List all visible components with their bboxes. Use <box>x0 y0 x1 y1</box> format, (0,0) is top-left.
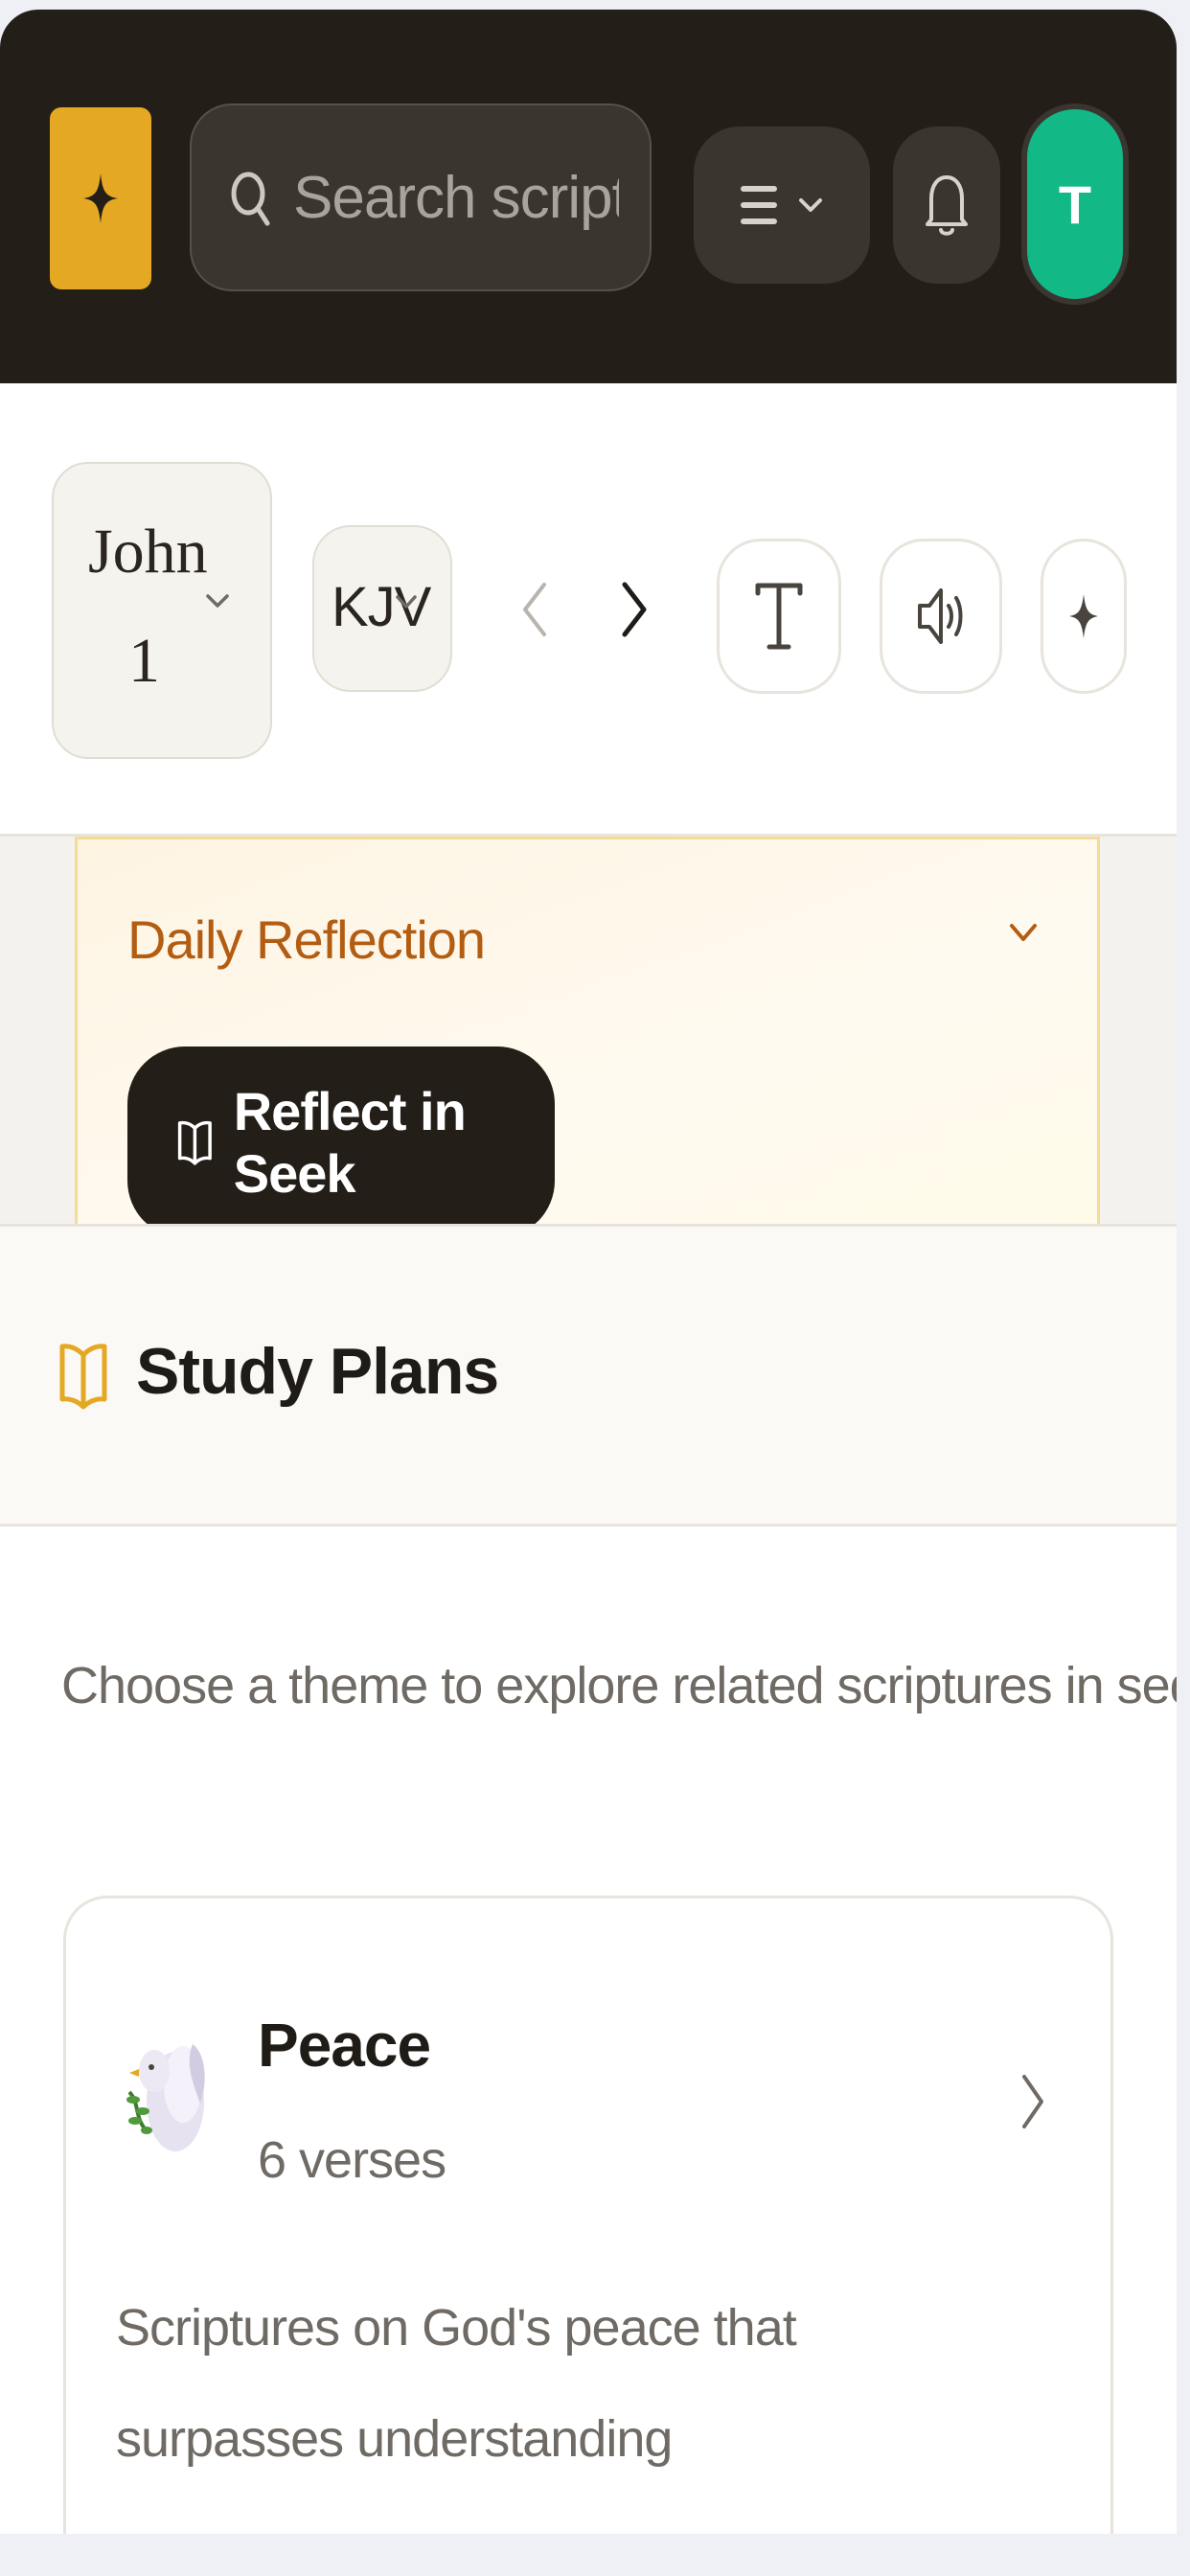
menu-icon <box>741 186 777 224</box>
chevron-right-icon <box>1022 2075 1043 2128</box>
notifications-button[interactable] <box>893 126 1000 284</box>
study-plans-header: Study Plans <box>0 1224 1177 1527</box>
app-page: T John 1 KJV <box>0 10 1177 2534</box>
study-plan-card-peace[interactable]: Peace 6 verses Scriptures on God's peace… <box>63 1896 1113 2534</box>
menu-dropdown-button[interactable] <box>694 126 870 284</box>
top-bar: T <box>0 10 1177 383</box>
sparkle-icon <box>83 173 118 223</box>
listen-audio-button[interactable] <box>880 539 1002 694</box>
chapter-number: 1 <box>128 626 160 696</box>
logo-button[interactable] <box>50 107 151 289</box>
sparkle-icon <box>1069 594 1098 638</box>
daily-reflection-card: Daily Reflection Reflect in Seek <box>75 837 1100 1238</box>
text-size-button[interactable] <box>717 539 841 694</box>
reader-toolbar: John 1 KJV <box>0 383 1177 837</box>
next-chapter-button[interactable] <box>606 562 663 657</box>
book-icon <box>177 1120 212 1165</box>
chevron-down-icon <box>206 594 229 608</box>
search-input[interactable] <box>291 162 621 233</box>
plan-description: Scriptures on God's peace that surpasses… <box>116 2299 797 2468</box>
ai-insights-button[interactable] <box>1041 539 1127 694</box>
book-name: John <box>88 517 208 586</box>
book-chapter-select[interactable]: John 1 <box>52 462 272 759</box>
plan-verse-count: 6 verses <box>258 2131 446 2189</box>
study-plans-description: Choose a theme to explore related script… <box>61 1657 1177 1714</box>
speaker-icon <box>918 588 963 644</box>
chevron-down-icon <box>799 198 822 212</box>
plan-title: Peace <box>258 2011 431 2080</box>
daily-reflection-title: Daily Reflection <box>127 909 486 970</box>
bell-icon <box>926 175 968 236</box>
study-plans-title: Study Plans <box>136 1335 499 1408</box>
reflect-in-seek-button[interactable]: Reflect in Seek <box>127 1046 555 1238</box>
search-icon <box>231 172 270 226</box>
daily-reflection-section: Daily Reflection Reflect in Seek <box>0 837 1177 1238</box>
chevron-down-icon[interactable] <box>1009 922 1038 943</box>
reflect-button-label: Reflect in Seek <box>233 1081 467 1204</box>
chevron-right-icon <box>622 582 647 637</box>
chevron-left-icon <box>523 583 546 636</box>
version-select[interactable]: KJV <box>312 525 452 692</box>
chevron-down-icon <box>396 595 417 609</box>
dove-icon <box>126 2044 205 2151</box>
text-size-icon <box>755 583 803 650</box>
previous-chapter-button[interactable] <box>506 562 563 657</box>
book-icon <box>59 1344 107 1410</box>
search-bar[interactable] <box>190 104 652 291</box>
user-avatar[interactable]: T <box>1021 104 1129 305</box>
